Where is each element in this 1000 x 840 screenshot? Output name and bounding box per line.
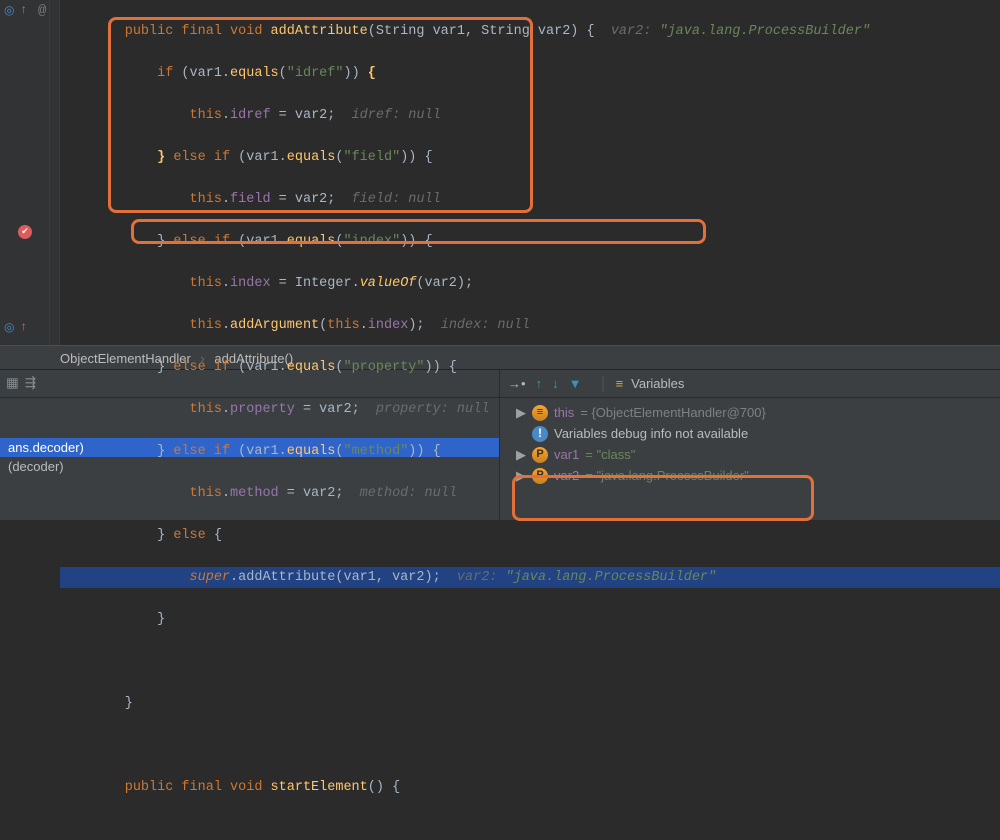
variable-var2: ▶ P var2 = "java.lang.ProcessBuilder" [500,465,1000,486]
variable-info: ! Variables debug info not available [500,423,1000,444]
current-execution-line[interactable]: super.addAttribute(var1, var2); var2: "j… [60,567,1000,588]
editor-gutter: ◎ ↑ @ ◎ ↑ [0,0,50,345]
object-icon: ≡ [532,405,548,421]
override-up-icon[interactable]: ↑ [20,320,27,334]
expand-icon[interactable]: ▶ [516,402,526,423]
layout-icon[interactable]: ▦ [6,375,19,392]
at-icon: @ [38,3,46,19]
expand-icon[interactable]: ▶ [516,444,526,465]
editor-area: ◎ ↑ @ ◎ ↑ public final void addAttribute… [0,0,1000,345]
inline-hint-value: "java.lang.ProcessBuilder" [659,24,870,39]
override-icon[interactable]: ◎ [4,3,14,18]
breakpoint-hit-icon[interactable] [18,225,32,239]
settings-icon[interactable]: ⇶ [25,375,36,392]
params: (String var1, String var2) [368,24,579,39]
fold-gutter [50,0,60,345]
expand-icon[interactable]: ▶ [516,465,526,486]
variable-var1: ▶ P var1 = "class" [500,444,1000,465]
code-body[interactable]: public final void addAttribute(String va… [60,0,1000,345]
override-up-icon[interactable]: ↑ [20,3,27,17]
variables-tree[interactable]: ▶ ≡ this = {ObjectElementHandler@700} ! … [500,398,1000,520]
parameter-icon: P [532,468,548,484]
override-icon[interactable]: ◎ [4,320,14,335]
method-name: addAttribute [271,24,368,39]
variable-this: ▶ ≡ this = {ObjectElementHandler@700} [500,402,1000,423]
info-icon: ! [532,426,548,442]
parameter-icon: P [532,447,548,463]
keyword: public final void [125,24,271,39]
inline-hint: var2: [611,24,660,39]
